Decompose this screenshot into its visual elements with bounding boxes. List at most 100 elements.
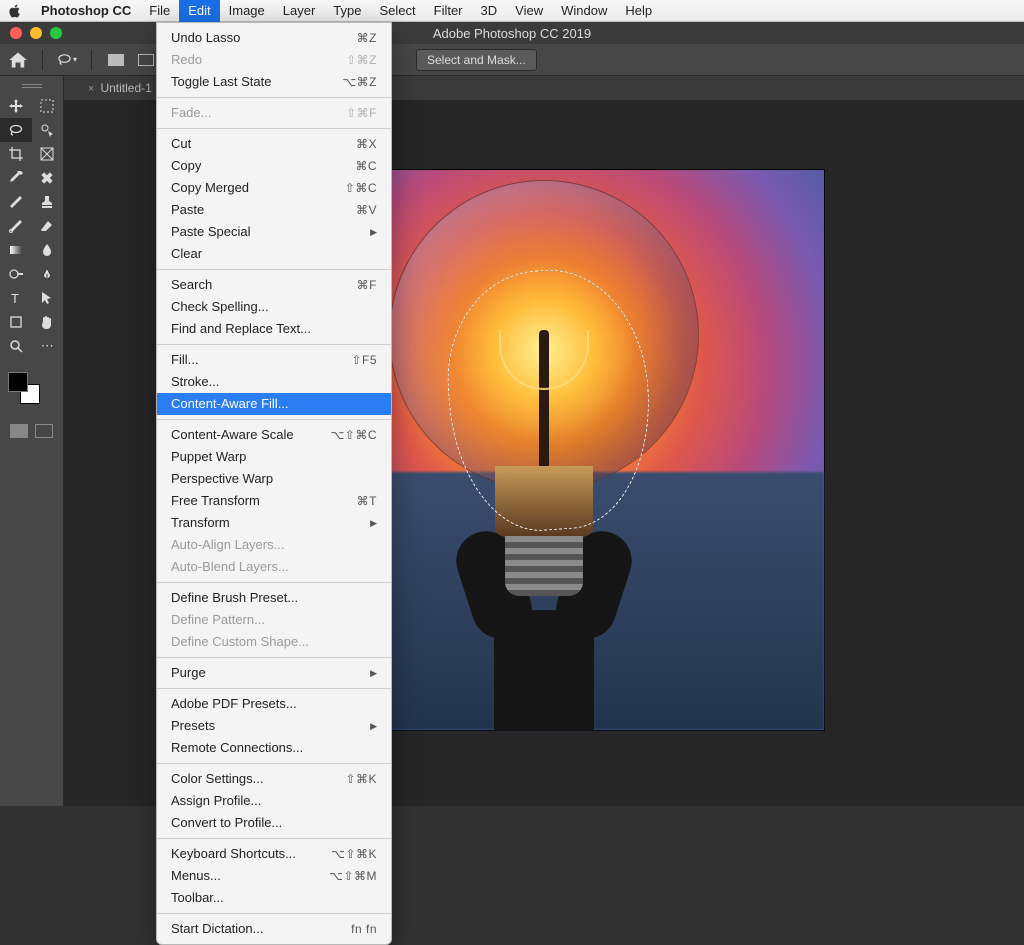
- menu-undo[interactable]: Undo Lasso⌘Z: [157, 27, 391, 49]
- separator: [42, 50, 43, 70]
- marquee-tool[interactable]: [32, 94, 64, 118]
- frame-tool[interactable]: [32, 142, 64, 166]
- menu-copy[interactable]: Copy⌘C: [157, 155, 391, 177]
- menu-transform[interactable]: Transform: [157, 512, 391, 534]
- hand-tool[interactable]: [32, 310, 64, 334]
- mac-menubar: Photoshop CC File Edit Image Layer Type …: [0, 0, 1024, 22]
- window-zoom-button[interactable]: [50, 27, 62, 39]
- menu-label: Paste Special: [171, 223, 251, 241]
- menu-content-aware-scale[interactable]: Content-Aware Scale⌥⇧⌘C: [157, 424, 391, 446]
- image-lightbulb: [389, 180, 699, 610]
- menu-keyboard-shortcuts[interactable]: Keyboard Shortcuts...⌥⇧⌘K: [157, 843, 391, 865]
- color-swatches[interactable]: [8, 372, 55, 404]
- gradient-tool[interactable]: [0, 238, 32, 262]
- menu-select[interactable]: Select: [370, 0, 424, 22]
- zoom-tool[interactable]: [0, 334, 32, 358]
- menu-convert-profile[interactable]: Convert to Profile...: [157, 812, 391, 834]
- svg-text:T: T: [11, 291, 19, 306]
- menu-label: Copy Merged: [171, 179, 249, 197]
- menu-label: Fill...: [171, 351, 198, 369]
- menu-view[interactable]: View: [506, 0, 552, 22]
- path-select-tool[interactable]: [32, 286, 64, 310]
- menu-3d[interactable]: 3D: [472, 0, 507, 22]
- menu-cut[interactable]: Cut⌘X: [157, 133, 391, 155]
- home-icon[interactable]: [8, 50, 28, 70]
- edit-menu-dropdown: Undo Lasso⌘Z Redo⇧⌘Z Toggle Last State⌥⌘…: [156, 22, 392, 945]
- window-minimize-button[interactable]: [30, 27, 42, 39]
- selection-add-icon[interactable]: [136, 50, 156, 70]
- menu-filter[interactable]: Filter: [425, 0, 472, 22]
- history-brush-tool[interactable]: [0, 214, 32, 238]
- stamp-tool[interactable]: [32, 190, 64, 214]
- menu-separator: [157, 128, 391, 129]
- pen-tool[interactable]: [32, 262, 64, 286]
- menu-check-spelling[interactable]: Check Spelling...: [157, 296, 391, 318]
- menu-app[interactable]: Photoshop CC: [32, 0, 140, 22]
- menu-copy-merged[interactable]: Copy Merged⇧⌘C: [157, 177, 391, 199]
- panel-grip-icon[interactable]: [22, 84, 42, 88]
- menu-define-brush[interactable]: Define Brush Preset...: [157, 587, 391, 609]
- quickmask-icon[interactable]: [10, 424, 28, 438]
- menu-toggle-state[interactable]: Toggle Last State⌥⌘Z: [157, 71, 391, 93]
- menu-separator: [157, 657, 391, 658]
- menu-toolbar[interactable]: Toolbar...: [157, 887, 391, 909]
- shortcut: ⇧⌘F: [346, 104, 377, 122]
- separator: [91, 50, 92, 70]
- shape-tool[interactable]: [0, 310, 32, 334]
- menu-free-transform[interactable]: Free Transform⌘T: [157, 490, 391, 512]
- menu-pdf-presets[interactable]: Adobe PDF Presets...: [157, 693, 391, 715]
- menu-stroke[interactable]: Stroke...: [157, 371, 391, 393]
- shortcut: ⌘V: [356, 201, 377, 219]
- eyedropper-tool[interactable]: [0, 166, 32, 190]
- menu-file[interactable]: File: [140, 0, 179, 22]
- menu-purge[interactable]: Purge: [157, 662, 391, 684]
- menu-presets[interactable]: Presets: [157, 715, 391, 737]
- screenmode-icon[interactable]: [35, 424, 53, 438]
- menu-label: Clear: [171, 245, 202, 263]
- menu-label: Keyboard Shortcuts...: [171, 845, 296, 863]
- brush-tool[interactable]: [0, 190, 32, 214]
- healing-tool[interactable]: [32, 166, 64, 190]
- menu-assign-profile[interactable]: Assign Profile...: [157, 790, 391, 812]
- menu-color-settings[interactable]: Color Settings...⇧⌘K: [157, 768, 391, 790]
- select-and-mask-button[interactable]: Select and Mask...: [416, 49, 537, 71]
- menu-separator: [157, 97, 391, 98]
- menu-label: Remote Connections...: [171, 739, 303, 757]
- menu-find-replace[interactable]: Find and Replace Text...: [157, 318, 391, 340]
- foreground-color-swatch[interactable]: [8, 372, 28, 392]
- selection-new-icon[interactable]: [106, 50, 126, 70]
- eraser-tool[interactable]: [32, 214, 64, 238]
- menu-clear[interactable]: Clear: [157, 243, 391, 265]
- crop-tool[interactable]: [0, 142, 32, 166]
- move-tool[interactable]: [0, 94, 32, 118]
- menu-separator: [157, 688, 391, 689]
- menu-puppet-warp[interactable]: Puppet Warp: [157, 446, 391, 468]
- menu-type[interactable]: Type: [324, 0, 370, 22]
- edit-toolbar[interactable]: ⋯: [32, 334, 64, 358]
- blur-tool[interactable]: [32, 238, 64, 262]
- menu-menus[interactable]: Menus...⌥⇧⌘M: [157, 865, 391, 887]
- quick-select-tool[interactable]: [32, 118, 64, 142]
- menu-content-aware-fill[interactable]: Content-Aware Fill...: [157, 393, 391, 415]
- menu-start-dictation[interactable]: Start Dictation...fn fn: [157, 918, 391, 940]
- menu-edit[interactable]: Edit: [179, 0, 219, 22]
- window-title: Adobe Photoshop CC 2019: [0, 26, 1024, 41]
- menu-separator: [157, 344, 391, 345]
- menu-layer[interactable]: Layer: [274, 0, 325, 22]
- menu-image[interactable]: Image: [220, 0, 274, 22]
- window-close-button[interactable]: [10, 27, 22, 39]
- lasso-tool-icon[interactable]: ▾: [57, 50, 77, 70]
- menu-perspective-warp[interactable]: Perspective Warp: [157, 468, 391, 490]
- menu-paste[interactable]: Paste⌘V: [157, 199, 391, 221]
- menu-remote-connections[interactable]: Remote Connections...: [157, 737, 391, 759]
- dodge-tool[interactable]: [0, 262, 32, 286]
- lasso-tool[interactable]: [0, 118, 32, 142]
- type-tool[interactable]: T: [0, 286, 32, 310]
- menu-paste-special[interactable]: Paste Special: [157, 221, 391, 243]
- menu-window[interactable]: Window: [552, 0, 616, 22]
- menu-help[interactable]: Help: [616, 0, 661, 22]
- menu-label: Purge: [171, 664, 206, 682]
- menu-search[interactable]: Search⌘F: [157, 274, 391, 296]
- close-icon[interactable]: ×: [88, 83, 94, 95]
- menu-fill[interactable]: Fill...⇧F5: [157, 349, 391, 371]
